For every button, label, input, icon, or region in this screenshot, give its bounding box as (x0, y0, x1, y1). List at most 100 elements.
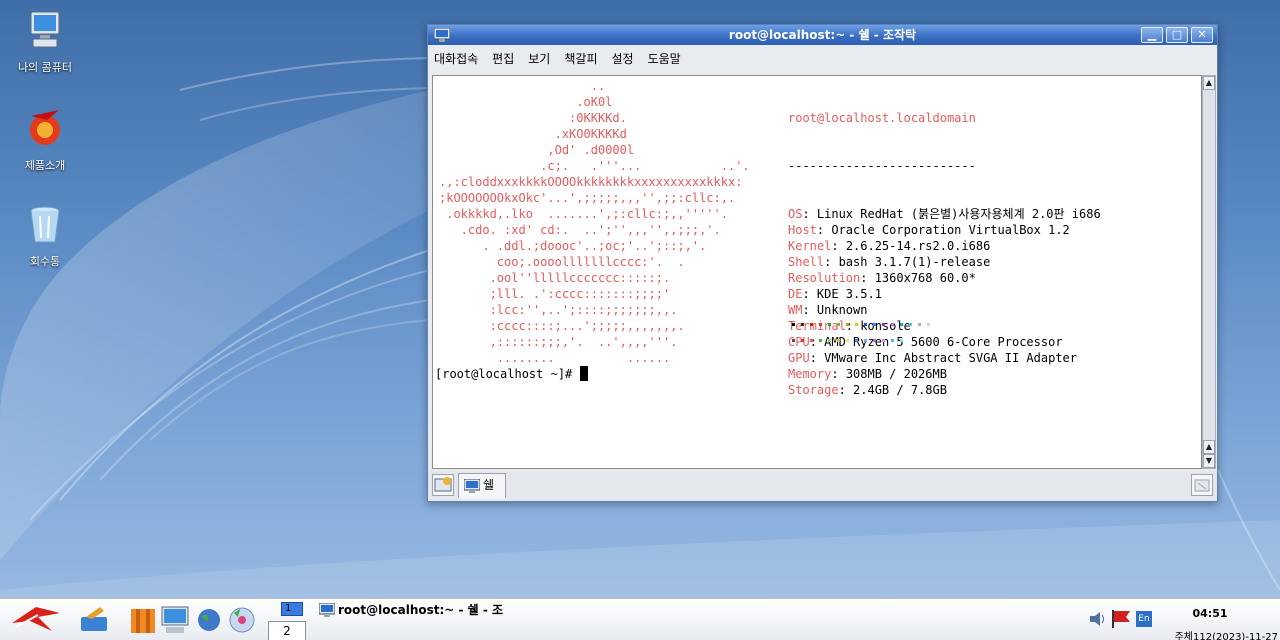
web-browser-icon[interactable] (196, 607, 222, 633)
color-swatch (873, 323, 876, 326)
color-swatch (837, 323, 840, 326)
color-swatch (873, 339, 876, 342)
info-key: Terminal (788, 319, 846, 333)
scroll-up-arrow-icon[interactable]: ▲ (1203, 76, 1215, 90)
desktop-icon-label: 나의 콤퓨터 (17, 61, 73, 74)
desktop-icon-computer[interactable]: 나의 콤퓨터 (0, 8, 90, 75)
task-title: root@localhost:~ - 쉘 - 조 (338, 603, 504, 617)
info-key: Host (788, 223, 817, 237)
info-value: Unknown (816, 303, 868, 317)
info-key: Storage (788, 383, 839, 397)
color-swatch (891, 339, 894, 342)
product-intro-icon (30, 110, 60, 145)
menu-edit[interactable]: 편집 (492, 50, 514, 67)
menu-view[interactable]: 보기 (528, 50, 550, 67)
color-swatch (900, 339, 903, 342)
flag-icon[interactable] (1110, 608, 1132, 630)
info-key: Memory (788, 367, 832, 381)
color-swatch (828, 339, 831, 342)
pager-desktop-2[interactable]: 2 (268, 621, 306, 640)
color-palette-row-1 (792, 323, 930, 326)
close-button[interactable]: ✕ (1191, 27, 1213, 43)
color-swatch (927, 323, 930, 326)
color-swatch (810, 339, 813, 342)
info-line-os: OS: Linux RedHat (붉은별)사용자용체계 2.0판 i686 (788, 207, 1101, 221)
info-value: konsole (860, 319, 911, 333)
window-titlebar[interactable]: root@localhost:~ - 쉘 - 조작탁 ▁ □ ✕ (428, 25, 1217, 45)
color-palette-row-2 (792, 339, 903, 342)
color-swatch (801, 323, 804, 326)
info-key: Kernel (788, 239, 832, 253)
text-cursor (579, 366, 588, 381)
desktop-settings-icon[interactable] (78, 605, 110, 635)
ascii-logo: .. .oK0l :0KKKKd. .xKO0KKKKd ,Od' .d0000… (439, 79, 750, 365)
info-line-memory: Memory: 308MB / 2026MB (788, 367, 947, 381)
info-key: Resolution (788, 271, 861, 285)
color-swatch (810, 323, 813, 326)
info-line-wm: WM: Unknown (788, 303, 868, 317)
pager-desktop-1[interactable]: 1 (281, 602, 303, 616)
color-swatch (891, 323, 894, 326)
minimize-button[interactable]: ▁ (1141, 27, 1163, 43)
menu-bookmarks[interactable]: 책갈피 (564, 50, 597, 67)
file-manager-icon[interactable] (128, 605, 158, 635)
color-swatch (864, 339, 867, 342)
system-info: root@localhost.localdomain -------------… (788, 78, 1101, 430)
info-key: Shell (788, 255, 825, 269)
desktop: 나의 콤퓨터 제품소개 회수통 root@localhost:~ - 쉘 - 조… (0, 0, 1280, 598)
color-swatch (909, 323, 912, 326)
info-value: AMD Ryzen 5 5600 6-Core Processor (824, 335, 1063, 349)
user-host-line: root@localhost.localdomain (788, 110, 1101, 126)
info-value: 2.4GB / 7.8GB (853, 383, 947, 397)
color-swatch (792, 323, 795, 326)
info-line-shell: Shell: bash 3.1.7(1)-release (788, 255, 991, 269)
color-swatch (846, 323, 849, 326)
info-key: GPU (788, 351, 810, 365)
desktop-icon-product-intro[interactable]: 제품소개 (0, 106, 90, 173)
terminal-icon (464, 479, 480, 493)
desktop-icon-label: 회수통 (29, 255, 61, 268)
vertical-scrollbar[interactable]: ▲ ▲ ▼ (1202, 75, 1216, 469)
maximize-button[interactable]: □ (1166, 27, 1188, 43)
separator: -------------------------- (788, 159, 976, 173)
menu-session[interactable]: 대화접속 (434, 50, 478, 67)
info-line-resolution: Resolution: 1360x768 60.0* (788, 271, 976, 285)
keyboard-layout-indicator[interactable]: En (1136, 611, 1152, 627)
scroll-up-arrow-icon[interactable]: ▲ (1203, 440, 1215, 454)
clock[interactable]: 04:51 (1160, 607, 1260, 620)
session-tabbar: 쉘 (428, 471, 1217, 501)
color-swatch (837, 339, 840, 342)
info-value: 2.6.25-14.rs2.0.i686 (845, 239, 991, 253)
color-swatch (855, 323, 858, 326)
terminal-app-icon (434, 28, 450, 42)
volume-icon[interactable] (1087, 609, 1107, 629)
start-menu-icon[interactable] (8, 603, 64, 637)
desktop-icon-label: 제품소개 (24, 159, 66, 172)
tab-shell[interactable]: 쉘 (458, 473, 506, 499)
menu-help[interactable]: 도움말 (648, 50, 681, 67)
window-title: root@localhost:~ - 쉘 - 조작탁 (728, 28, 917, 42)
info-line-de: DE: KDE 3.5.1 (788, 287, 882, 301)
info-value: KDE 3.5.1 (816, 287, 882, 301)
tab-label: 쉘 (483, 478, 495, 492)
desktop-icon-trash[interactable]: 회수통 (0, 202, 90, 269)
info-key: WM (788, 303, 803, 317)
color-swatch (900, 323, 903, 326)
terminal-output[interactable]: .. .oK0l :0KKKKd. .xKO0KKKKd ,Od' .d0000… (432, 75, 1202, 469)
info-key: DE (788, 287, 803, 301)
info-value: 1360x768 60.0* (874, 271, 976, 285)
color-swatch (864, 323, 867, 326)
new-session-button[interactable] (432, 474, 454, 496)
media-player-icon[interactable] (228, 605, 256, 635)
color-swatch (792, 339, 795, 342)
taskbar-task-konsole[interactable]: root@localhost:~ - 쉘 - 조 (318, 601, 503, 619)
my-computer-icon[interactable] (160, 605, 190, 635)
close-session-button[interactable] (1191, 474, 1213, 496)
info-value: 308MB / 2026MB (845, 367, 947, 381)
user-host: root@localhost.localdomain (788, 111, 976, 125)
date: 주체112(2023)-11-27 (1174, 632, 1278, 640)
menu-settings[interactable]: 설정 (611, 50, 633, 67)
menubar: 대화접속 편집 보기 책갈피 설정 도움말 (428, 45, 1217, 71)
color-swatch (855, 339, 858, 342)
scroll-down-arrow-icon[interactable]: ▼ (1203, 454, 1215, 468)
